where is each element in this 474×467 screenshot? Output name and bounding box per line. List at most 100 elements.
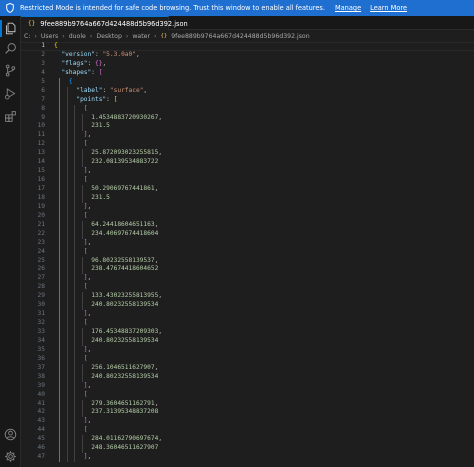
line-number: 20 [37, 211, 45, 219]
indent-guide [66, 417, 68, 427]
breadcrumb-desktop[interactable]: Desktop [96, 33, 122, 40]
indent-guide [74, 149, 76, 159]
indent-guide [81, 149, 83, 159]
code-token: 96.80232558139537 [54, 256, 155, 264]
code-token: : [91, 68, 99, 76]
line-number: 44 [37, 426, 45, 434]
chevron-right-icon: › [154, 32, 157, 40]
indent-guide [74, 345, 76, 355]
indent-guide [81, 292, 83, 302]
indent-guide [59, 149, 61, 159]
indent-guide [66, 345, 68, 355]
indent-guide [66, 104, 68, 114]
indent-guide [74, 426, 76, 436]
breadcrumb-water[interactable]: water [132, 33, 150, 40]
line-number: 39 [37, 381, 45, 389]
indent-guide [66, 86, 68, 96]
line-number: 37 [37, 363, 45, 371]
code-token: 50.29069767441861 [54, 185, 155, 192]
indent-guide [81, 363, 83, 373]
indent-guide [81, 113, 83, 123]
line-number: 23 [37, 238, 45, 246]
indent-guide [74, 319, 76, 328]
indent-guide [59, 95, 61, 105]
code-line: 240.80232558139534 [54, 372, 474, 382]
code-line: 238.47674418604652 [54, 265, 474, 275]
breadcrumb: C: › Users › duole › Desktop › water › {… [21, 30, 474, 42]
code-line: 176.45348837209303, [54, 328, 474, 337]
learn-more-link[interactable]: Learn More [370, 4, 407, 12]
code-token: , [87, 167, 92, 175]
indent-guide [66, 95, 68, 105]
extensions-icon[interactable] [2, 108, 19, 125]
indent-guide [74, 176, 76, 185]
indent-guide [59, 444, 61, 454]
indent-guide [59, 113, 61, 123]
line-number: 10 [37, 122, 45, 130]
breadcrumb-drive[interactable]: C: [24, 33, 30, 40]
account-icon[interactable] [2, 426, 19, 443]
code-line: 240.80232558139534 [54, 301, 474, 311]
indent-guide [66, 122, 68, 132]
indent-guide [59, 292, 61, 302]
indent-guide [59, 426, 61, 436]
banner-message: Restricted Mode is intended for safe cod… [20, 4, 325, 12]
indent-guide [74, 229, 76, 239]
indent-guide [66, 399, 68, 409]
indent-guide [74, 131, 76, 141]
indent-guide [59, 86, 61, 96]
indent-guide [66, 229, 68, 239]
code-line: [ [54, 104, 474, 114]
indent-guide [66, 202, 68, 212]
indent-guide [74, 372, 76, 382]
breadcrumb-file[interactable]: 9fee889b9764a667d424488d5b96d392.json [171, 33, 309, 40]
breadcrumb-duole[interactable]: duole [69, 33, 86, 40]
line-number: 18 [37, 193, 45, 201]
code-token: 133.43023255813955 [54, 292, 159, 300]
code-line: ], [54, 310, 474, 320]
editor-scrollbar[interactable] [462, 42, 474, 467]
code-line: "points": [ [54, 95, 474, 105]
settings-gear-icon[interactable] [2, 448, 19, 465]
indent-guide [66, 301, 68, 311]
indent-guide [59, 274, 61, 284]
code-token: 237.31395348837208 [54, 408, 159, 416]
indent-guide [74, 193, 76, 203]
line-number: 8 [41, 104, 45, 112]
indent-guide [59, 256, 61, 266]
indent-guide [81, 256, 83, 266]
source-control-icon[interactable] [2, 62, 19, 79]
line-number: 6 [41, 86, 45, 94]
indent-guide [66, 256, 68, 266]
line-number: 3 [41, 59, 45, 67]
code-token: : [102, 86, 110, 94]
code-line: 284.01162790697674, [54, 435, 474, 445]
indent-guide [74, 363, 76, 373]
code-line: ], [54, 274, 474, 284]
indent-guide [66, 381, 68, 391]
tab-json-file[interactable]: {} 9fee889b9764a667d424488d5b96d392.json [21, 16, 188, 30]
line-number: 38 [37, 372, 45, 380]
indent-guide [66, 336, 68, 346]
code-token: , [158, 435, 163, 443]
line-number: 4 [41, 68, 45, 76]
run-debug-icon[interactable] [2, 85, 19, 102]
code-editor[interactable]: 1 2 3 4 5 6 7 8 9 10 11 12 13 14 15 16 17 18 19 20 21 22 23 24 2… [21, 42, 474, 467]
code-line: [ [54, 283, 474, 293]
indent-guide [81, 372, 83, 382]
code-token: , [87, 238, 92, 246]
indent-guide [59, 283, 61, 293]
code-area[interactable]: { "version": "5.3.0a0", "flags": {}, "sh… [54, 42, 474, 463]
manage-link[interactable]: Manage [335, 4, 361, 12]
breadcrumb-users[interactable]: Users [41, 33, 58, 40]
indent-guide [59, 417, 61, 427]
search-icon[interactable] [2, 40, 19, 57]
indent-guide [66, 435, 68, 445]
code-token: : [106, 95, 114, 103]
indent-guide [74, 274, 76, 284]
line-number: 14 [37, 158, 45, 166]
explorer-icon[interactable] [0, 20, 19, 37]
code-line: ], [54, 167, 474, 177]
indent-guide [66, 149, 68, 159]
code-token: 25.872093023255815 [54, 149, 159, 157]
